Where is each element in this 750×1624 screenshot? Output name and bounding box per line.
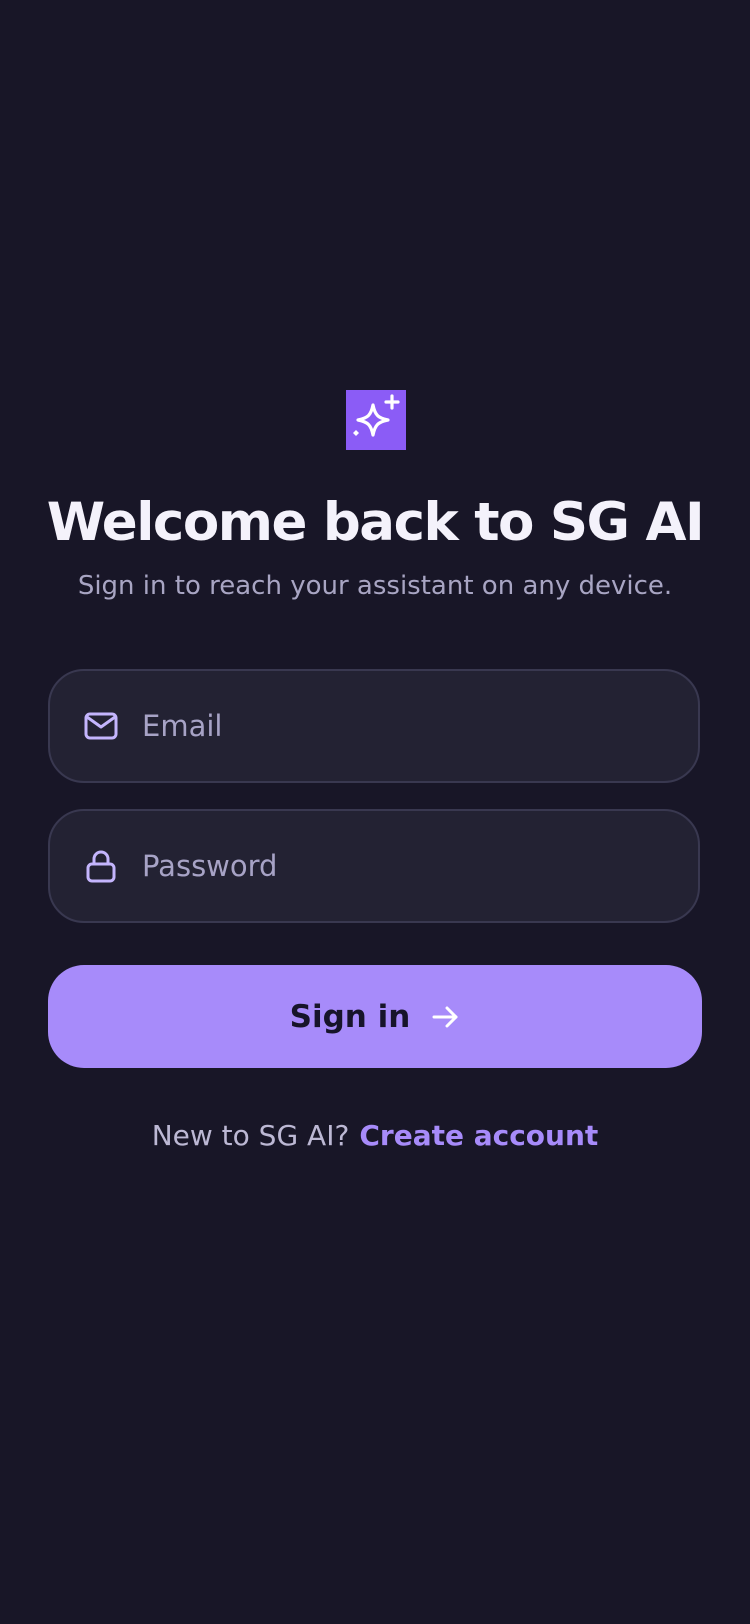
app-logo xyxy=(346,390,406,450)
signin-button-label: Sign in xyxy=(289,998,411,1035)
password-field[interactable] xyxy=(48,809,700,923)
page-subtitle: Sign in to reach your assistant on any d… xyxy=(77,571,673,601)
page-title: Welcome back to SG AI xyxy=(46,492,705,553)
create-account-link[interactable]: Create account xyxy=(359,1119,598,1152)
signin-button[interactable]: Sign in xyxy=(48,965,702,1068)
lock-icon xyxy=(84,849,118,883)
email-field[interactable] xyxy=(48,669,700,783)
mail-icon xyxy=(84,709,118,743)
password-input[interactable] xyxy=(142,811,674,921)
email-input[interactable] xyxy=(142,671,674,781)
signin-screen: Welcome back to SG AI Sign in to reach y… xyxy=(0,0,750,1624)
arrow-right-icon xyxy=(430,1002,460,1032)
signup-prompt: New to SG AI? Create account xyxy=(0,1118,750,1154)
sparkles-icon xyxy=(353,394,400,437)
signup-prompt-text: New to SG AI? xyxy=(151,1119,350,1152)
